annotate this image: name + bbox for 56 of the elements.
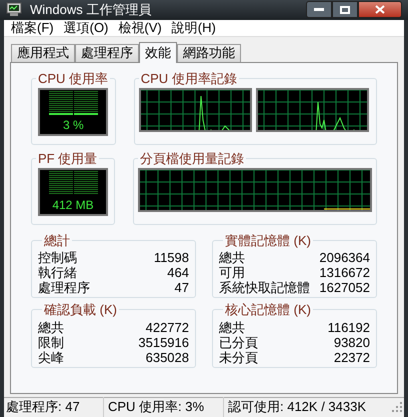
stat-value: 11598: [154, 250, 189, 265]
stat-label: 執行緒: [38, 265, 77, 280]
stat-label: 系統快取記憶體: [219, 280, 310, 295]
group-title: 實體記憶體 (K): [224, 232, 312, 250]
menu-item[interactable]: 檢視(V): [115, 18, 165, 38]
stat-value: 422772: [146, 320, 189, 334]
stat-label: 已分頁: [219, 334, 258, 350]
group-title: CPU 使用率記錄: [140, 70, 238, 88]
meter-reading: 3 %: [63, 118, 84, 132]
stat-value: 3515916: [138, 334, 189, 350]
stat-value: 1316672: [319, 265, 370, 280]
resize-grip-icon: [392, 402, 402, 412]
close-button[interactable]: [358, 1, 402, 18]
stat-label: 可用: [219, 265, 245, 280]
group-title: 分頁檔使用量記錄: [139, 150, 245, 168]
monitor-icon: [6, 2, 22, 18]
stat-value: 93820: [334, 334, 370, 350]
group-title: 確認負載 (K): [43, 301, 118, 319]
stat-label: 總共: [38, 320, 64, 334]
close-icon: [375, 5, 385, 14]
maximize-icon: [340, 6, 350, 14]
meter-reading: 412 MB: [52, 198, 94, 212]
stat-value: 116192: [328, 320, 370, 334]
stat-label: 控制碼: [38, 250, 77, 265]
stat-label: 尖峰: [38, 350, 64, 364]
stat-value: 22372: [334, 350, 370, 364]
menu-item[interactable]: 說明(H): [168, 18, 219, 38]
menu-item[interactable]: 選項(O): [60, 18, 112, 38]
stat-value: 1627052: [319, 280, 370, 295]
window-title: Windows 工作管理員: [30, 1, 152, 19]
stat-label: 處理程序: [38, 280, 90, 295]
group-title: 總計: [43, 232, 71, 250]
stat-value: 464: [167, 265, 189, 280]
group-title: PF 使用量: [37, 150, 98, 168]
stat-label: 總共: [219, 320, 245, 334]
stat-label: 未分頁: [219, 350, 258, 364]
maximize-button[interactable]: [332, 1, 358, 18]
group-title: CPU 使用率: [37, 70, 110, 88]
tab[interactable]: 網路功能: [177, 44, 241, 62]
stat-value: 2096364: [319, 250, 370, 265]
minimize-icon: [314, 8, 324, 12]
status-text: CPU 使用率: 3%: [104, 397, 224, 417]
meter-bars-drawing: [48, 171, 98, 195]
tab[interactable]: 應用程式: [11, 44, 75, 62]
stat-label: 總共: [219, 250, 245, 265]
stat-label: 限制: [38, 334, 64, 350]
stat-value: 47: [174, 280, 189, 295]
minimize-button[interactable]: [306, 1, 332, 18]
status-text: 處理程序: 47: [4, 397, 104, 417]
stat-value: 635028: [146, 350, 189, 364]
tab[interactable]: 處理程序: [75, 44, 139, 62]
meter-bars-drawing: [48, 91, 98, 115]
tab[interactable]: 效能: [139, 42, 177, 62]
menu-item[interactable]: 檔案(F): [8, 18, 57, 38]
group-title: 核心記憶體 (K): [224, 301, 312, 319]
status-text: 認可使用: 412K / 3433K: [227, 398, 368, 416]
